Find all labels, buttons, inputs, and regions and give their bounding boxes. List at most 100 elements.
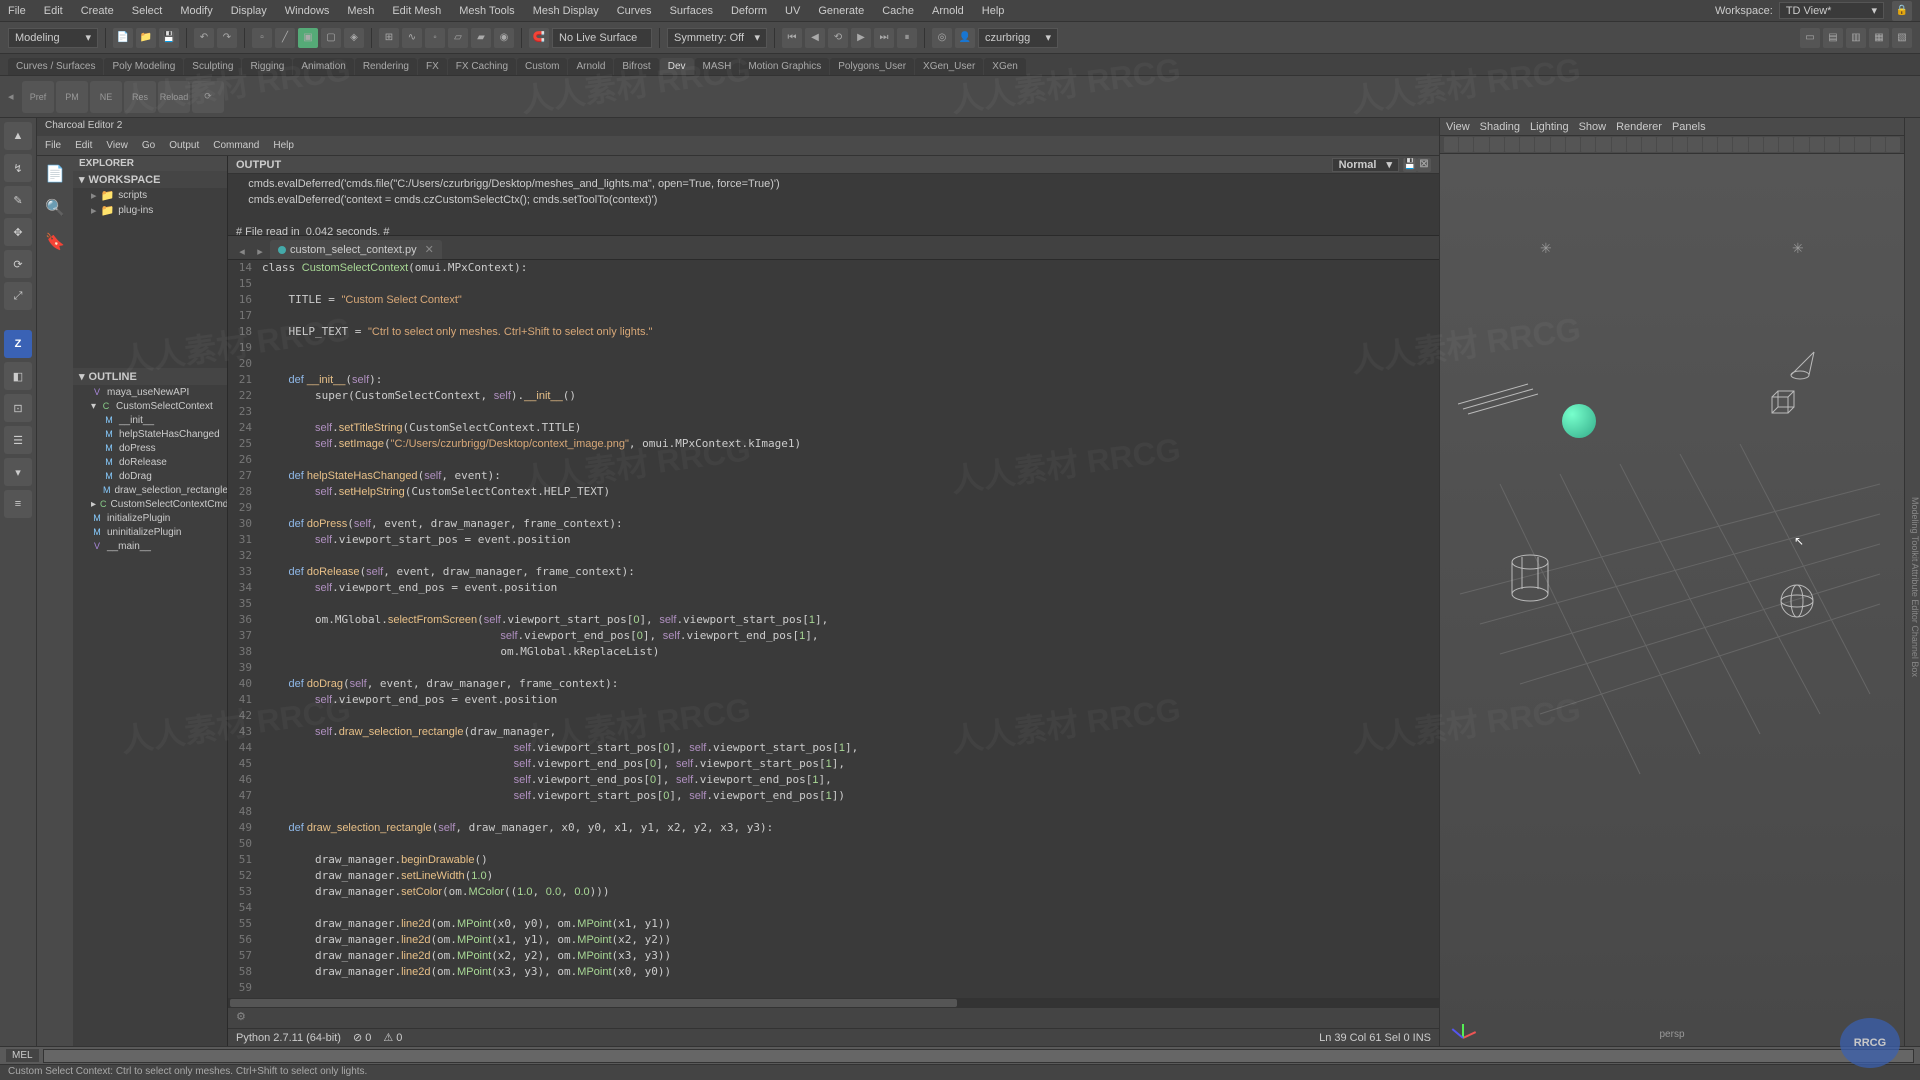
shelf-tab-animation[interactable]: Animation xyxy=(293,58,353,75)
shelf-tab-rendering[interactable]: Rendering xyxy=(355,58,417,75)
paint-select-tool[interactable]: ✎ xyxy=(4,186,32,214)
code-editor[interactable]: 14 15 16 17 18 19 20 21 22 23 24 25 26 2… xyxy=(228,260,1439,998)
outline-section[interactable]: ▾OUTLINE xyxy=(73,368,227,385)
vp-tool-11[interactable] xyxy=(1612,137,1626,152)
editor-menu-edit[interactable]: Edit xyxy=(75,140,92,151)
sel-obj[interactable]: ▢ xyxy=(321,28,341,48)
vp-tool-6[interactable] xyxy=(1535,137,1549,152)
user-field[interactable]: czurbrigg▾ xyxy=(978,28,1058,48)
shelf-tab-mash[interactable]: MASH xyxy=(695,58,740,75)
shelf-tab-curves-surfaces[interactable]: Curves / Surfaces xyxy=(8,58,103,75)
rotate-tool[interactable]: ⟳ xyxy=(4,250,32,278)
vp-menu-show[interactable]: Show xyxy=(1579,121,1607,133)
menu-edit-mesh[interactable]: Edit Mesh xyxy=(392,5,441,17)
snap-curve[interactable]: ∿ xyxy=(402,28,422,48)
tab-fwd[interactable]: ▸ xyxy=(252,243,268,259)
menu-edit[interactable]: Edit xyxy=(44,5,63,17)
output-filter[interactable]: Normal▾ xyxy=(1332,158,1399,172)
editor-menu-command[interactable]: Command xyxy=(213,140,259,151)
editor-menu-output[interactable]: Output xyxy=(169,140,199,151)
snap-live[interactable]: ◉ xyxy=(494,28,514,48)
vp-tool-14[interactable] xyxy=(1657,137,1671,152)
tool-4[interactable]: ▾ xyxy=(4,458,32,486)
layout-4[interactable]: ▦ xyxy=(1869,28,1889,48)
right-sidebar[interactable]: Modeling Toolkit Attribute Editor Channe… xyxy=(1904,118,1920,1046)
tb-save[interactable]: 💾 xyxy=(159,28,179,48)
vp-tool-17[interactable] xyxy=(1703,137,1717,152)
vp-tool-25[interactable] xyxy=(1825,137,1839,152)
menu-create[interactable]: Create xyxy=(81,5,114,17)
tool-1[interactable]: ◧ xyxy=(4,362,32,390)
symmetry[interactable]: Symmetry: Off▾ xyxy=(667,28,767,48)
menu-deform[interactable]: Deform xyxy=(731,5,767,17)
editor-menu-help[interactable]: Help xyxy=(273,140,294,151)
sel-vert[interactable]: ▫ xyxy=(252,28,272,48)
shelf-tab-bifrost[interactable]: Bifrost xyxy=(614,58,658,75)
vp-tool-20[interactable] xyxy=(1749,137,1763,152)
menu-windows[interactable]: Windows xyxy=(285,5,330,17)
vp-menu-panels[interactable]: Panels xyxy=(1672,121,1706,133)
sel-edge[interactable]: ╱ xyxy=(275,28,295,48)
vp-tool-22[interactable] xyxy=(1779,137,1793,152)
tb-new[interactable]: 📄 xyxy=(113,28,133,48)
shelf-icon-pm[interactable]: PM xyxy=(56,81,88,113)
snap-point[interactable]: ◦ xyxy=(425,28,445,48)
time-step-back[interactable]: ◀ xyxy=(805,28,825,48)
outline-doRelease[interactable]: M doRelease xyxy=(73,455,227,469)
vp-tool-18[interactable] xyxy=(1718,137,1732,152)
shelf-tab-polygons-user[interactable]: Polygons_User xyxy=(830,58,914,75)
gear-icon[interactable]: ⚙ xyxy=(236,1010,252,1026)
explorer-bookmark-icon[interactable]: 🔖 xyxy=(43,230,67,254)
z-tool[interactable]: Z xyxy=(4,330,32,358)
vp-tool-13[interactable] xyxy=(1642,137,1656,152)
vp-tool-9[interactable] xyxy=(1581,137,1595,152)
menu-file[interactable]: File xyxy=(8,5,26,17)
vp-tool-0[interactable] xyxy=(1444,137,1458,152)
menu-mesh-tools[interactable]: Mesh Tools xyxy=(459,5,514,17)
cmd-input[interactable] xyxy=(43,1049,1914,1063)
vp-tool-19[interactable] xyxy=(1733,137,1747,152)
editor-menu-go[interactable]: Go xyxy=(142,140,155,151)
vp-tool-28[interactable] xyxy=(1871,137,1885,152)
tool-2[interactable]: ⊡ xyxy=(4,394,32,422)
vp-tool-15[interactable] xyxy=(1673,137,1687,152)
output-save-icon[interactable]: 💾 xyxy=(1403,158,1417,172)
layout-2[interactable]: ▤ xyxy=(1823,28,1843,48)
layout-1[interactable]: ▭ xyxy=(1800,28,1820,48)
sel-uv[interactable]: ◈ xyxy=(344,28,364,48)
explorer-files-icon[interactable]: 📄 xyxy=(43,162,67,186)
snap-face[interactable]: ▰ xyxy=(471,28,491,48)
shelf-tab-custom[interactable]: Custom xyxy=(517,58,567,75)
scale-tool[interactable]: ⤢ xyxy=(4,282,32,310)
outline-__main__[interactable]: V __main__ xyxy=(73,539,227,553)
layout-5[interactable]: ▧ xyxy=(1892,28,1912,48)
menu-arnold[interactable]: Arnold xyxy=(932,5,964,17)
vp-tool-27[interactable] xyxy=(1855,137,1869,152)
lock-icon[interactable]: 🔒 xyxy=(1892,1,1912,21)
shelf-icon-reload[interactable]: Reload xyxy=(158,81,190,113)
shelf-icon-⟳[interactable]: ⟳ xyxy=(192,81,224,113)
outline-CustomSelectContextCmd[interactable]: ▸ C CustomSelectContextCmd xyxy=(73,497,227,511)
vp-tool-8[interactable] xyxy=(1566,137,1580,152)
tree-folder-plug-ins[interactable]: ▸ 📁 plug-ins xyxy=(73,203,227,218)
menu-modify[interactable]: Modify xyxy=(180,5,212,17)
menu-display[interactable]: Display xyxy=(231,5,267,17)
vp-tool-5[interactable] xyxy=(1520,137,1534,152)
cmd-lang[interactable]: MEL xyxy=(6,1049,39,1062)
time-rewind[interactable]: ⏮ xyxy=(782,28,802,48)
mode-select[interactable]: Modeling▾ xyxy=(8,28,98,48)
vp-tool-16[interactable] xyxy=(1688,137,1702,152)
menu-uv[interactable]: UV xyxy=(785,5,800,17)
shelf-tab-sculpting[interactable]: Sculpting xyxy=(184,58,241,75)
sel-face[interactable]: ▣ xyxy=(298,28,318,48)
shelf-tab-fx[interactable]: FX xyxy=(418,58,447,75)
lasso-tool[interactable]: ↯ xyxy=(4,154,32,182)
tree-folder-scripts[interactable]: ▸ 📁 scripts xyxy=(73,188,227,203)
menu-help[interactable]: Help xyxy=(982,5,1005,17)
time-scrub[interactable]: ⟲ xyxy=(828,28,848,48)
outline-initializePlugin[interactable]: M initializePlugin xyxy=(73,511,227,525)
shelf-tab-poly-modeling[interactable]: Poly Modeling xyxy=(104,58,183,75)
workspace-section[interactable]: ▾WORKSPACE xyxy=(73,171,227,188)
menu-cache[interactable]: Cache xyxy=(882,5,914,17)
live-surface[interactable]: No Live Surface xyxy=(552,28,652,48)
